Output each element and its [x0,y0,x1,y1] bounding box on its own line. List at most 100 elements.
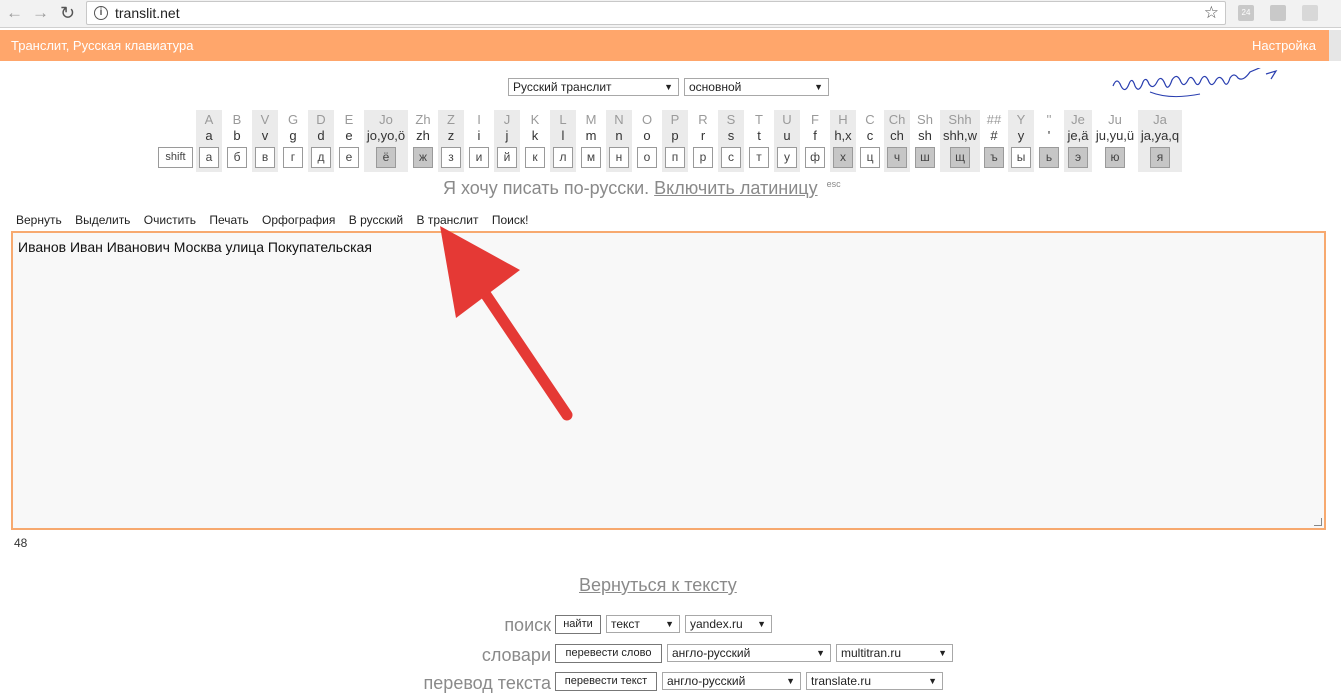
cyrillic-key[interactable]: е [339,147,359,168]
text-editor[interactable]: Иванов Иван Иванович Москва улица Покупа… [11,231,1326,530]
key-translit-hint: u [783,128,791,143]
cyrillic-key[interactable]: р [693,147,713,168]
keyboard-column: Jo jo,yo,ö ё [364,110,408,172]
cyrillic-key[interactable]: л [553,147,573,168]
rss-extension-icon[interactable] [1270,5,1286,21]
translation-service-select[interactable]: translate.ru ▼ [806,672,943,690]
toolbar-spelling[interactable]: Орфография [262,213,335,227]
translate-text-button[interactable]: перевести текст [555,672,657,691]
esc-hint: esc [826,179,841,189]
cyrillic-key[interactable]: щ [950,147,970,168]
key-translit-hint: m [585,128,597,143]
cyrillic-key[interactable]: ь [1039,147,1059,168]
cyrillic-key[interactable]: э [1068,147,1088,168]
back-to-text-link[interactable]: Вернуться к тексту [579,575,737,596]
back-icon[interactable]: ← [6,3,23,23]
settings-link[interactable]: Настройка [1252,38,1316,53]
cyrillic-key[interactable]: д [311,147,331,168]
key-latin-label: S [726,112,736,127]
cyrillic-key[interactable]: ф [805,147,825,168]
key-latin-label: J [503,112,511,127]
editor-text[interactable]: Иванов Иван Иванович Москва улица Покупа… [18,239,372,255]
site-brand[interactable]: Транслит, Русская клавиатура [11,38,194,53]
cyrillic-key[interactable]: н [609,147,629,168]
cyrillic-key[interactable]: ы [1011,147,1031,168]
reload-icon[interactable]: ↻ [60,3,75,23]
dictionary-direction-select[interactable]: англо-русский ▼ [667,644,831,662]
browser-toolbar: ← → ↻ i translit.net ☆ 24 [0,0,1341,28]
key-translit-hint: # [990,128,998,143]
key-latin-label: Zh [415,112,431,127]
toolbar-clear[interactable]: Очистить [144,213,196,227]
info-icon[interactable]: i [94,6,108,20]
key-latin-label: L [559,112,567,127]
resize-grip-icon[interactable] [1314,518,1322,526]
key-latin-label: G [287,112,299,127]
cyrillic-key[interactable]: х [833,147,853,168]
search-type-select[interactable]: текст ▼ [606,615,680,633]
address-url[interactable]: translit.net [115,5,180,21]
cyrillic-key[interactable]: к [525,147,545,168]
translit-system-select[interactable]: Русский транслит ▼ [508,78,679,96]
translation-direction-select[interactable]: англо-русский ▼ [662,672,801,690]
shift-key[interactable]: shift [158,147,193,168]
key-translit-hint: d [317,128,325,143]
address-bar[interactable]: i translit.net ☆ [86,1,1226,25]
toolbar-undo[interactable]: Вернуть [16,213,62,227]
keyboard-column: Ddд [308,110,334,172]
cyrillic-key[interactable]: м [581,147,601,168]
cyrillic-key[interactable]: а [199,147,219,168]
cyrillic-key[interactable]: с [721,147,741,168]
cyrillic-key[interactable]: ё [376,147,396,168]
basket-extension-icon[interactable] [1302,5,1318,21]
toolbar-select[interactable]: Выделить [75,213,130,227]
extension-24-icon[interactable]: 24 [1238,5,1254,21]
cyrillic-key[interactable]: б [227,147,247,168]
keyboard-column: Ja ja,ya,q я [1138,110,1182,172]
search-engine-select[interactable]: yandex.ru ▼ [685,615,772,633]
chevron-down-icon: ▼ [814,82,823,92]
key-translit-hint: zh [416,128,430,143]
key-translit-hint: sh [918,128,932,143]
cyrillic-key[interactable]: у [777,147,797,168]
remove-ads-link[interactable] [1110,65,1282,102]
cyrillic-key[interactable]: в [255,147,275,168]
dictionary-service-select[interactable]: multitran.ru ▼ [836,644,953,662]
key-translit-hint: s [727,128,735,143]
cyrillic-key[interactable]: ш [915,147,935,168]
cyrillic-key[interactable]: ц [860,147,880,168]
translate-word-button[interactable]: перевести слово [555,644,662,663]
scrollbar-track[interactable] [1329,30,1341,61]
toolbar-to-translit[interactable]: В транслит [416,213,478,227]
key-translit-hint: b [233,128,241,143]
cyrillic-key[interactable]: и [469,147,489,168]
cyrillic-key[interactable]: ю [1105,147,1125,168]
keyboard-column: Ffф [802,110,828,172]
cyrillic-key[interactable]: ч [887,147,907,168]
cyrillic-key[interactable]: й [497,147,517,168]
key-latin-label: D [316,112,326,127]
cyrillic-key[interactable]: г [283,147,303,168]
cyrillic-key[interactable]: я [1150,147,1170,168]
layout-select[interactable]: основной ▼ [684,78,829,96]
key-translit-hint: je,ä [1067,128,1089,143]
toolbar-search[interactable]: Поиск! [492,213,529,227]
cyrillic-key[interactable]: ъ [984,147,1004,168]
cyrillic-key[interactable]: п [665,147,685,168]
key-translit-hint: g [289,128,297,143]
cyrillic-key[interactable]: ж [413,147,433,168]
key-latin-label: Y [1016,112,1026,127]
forward-icon[interactable]: → [32,3,49,23]
cyrillic-key[interactable]: т [749,147,769,168]
enable-latin-link[interactable]: Включить латиницу [654,178,817,198]
find-button[interactable]: найти [555,615,601,634]
toolbar-print[interactable]: Печать [209,213,248,227]
chevron-down-icon: ▼ [938,648,947,658]
cyrillic-key[interactable]: з [441,147,461,168]
toolbar-to-russian[interactable]: В русский [349,213,403,227]
cyrillic-key[interactable]: о [637,147,657,168]
keyboard-column: Jjй [494,110,520,172]
bookmark-star-icon[interactable]: ☆ [1204,3,1219,23]
key-latin-label: E [344,112,354,127]
key-latin-label: O [641,112,653,127]
